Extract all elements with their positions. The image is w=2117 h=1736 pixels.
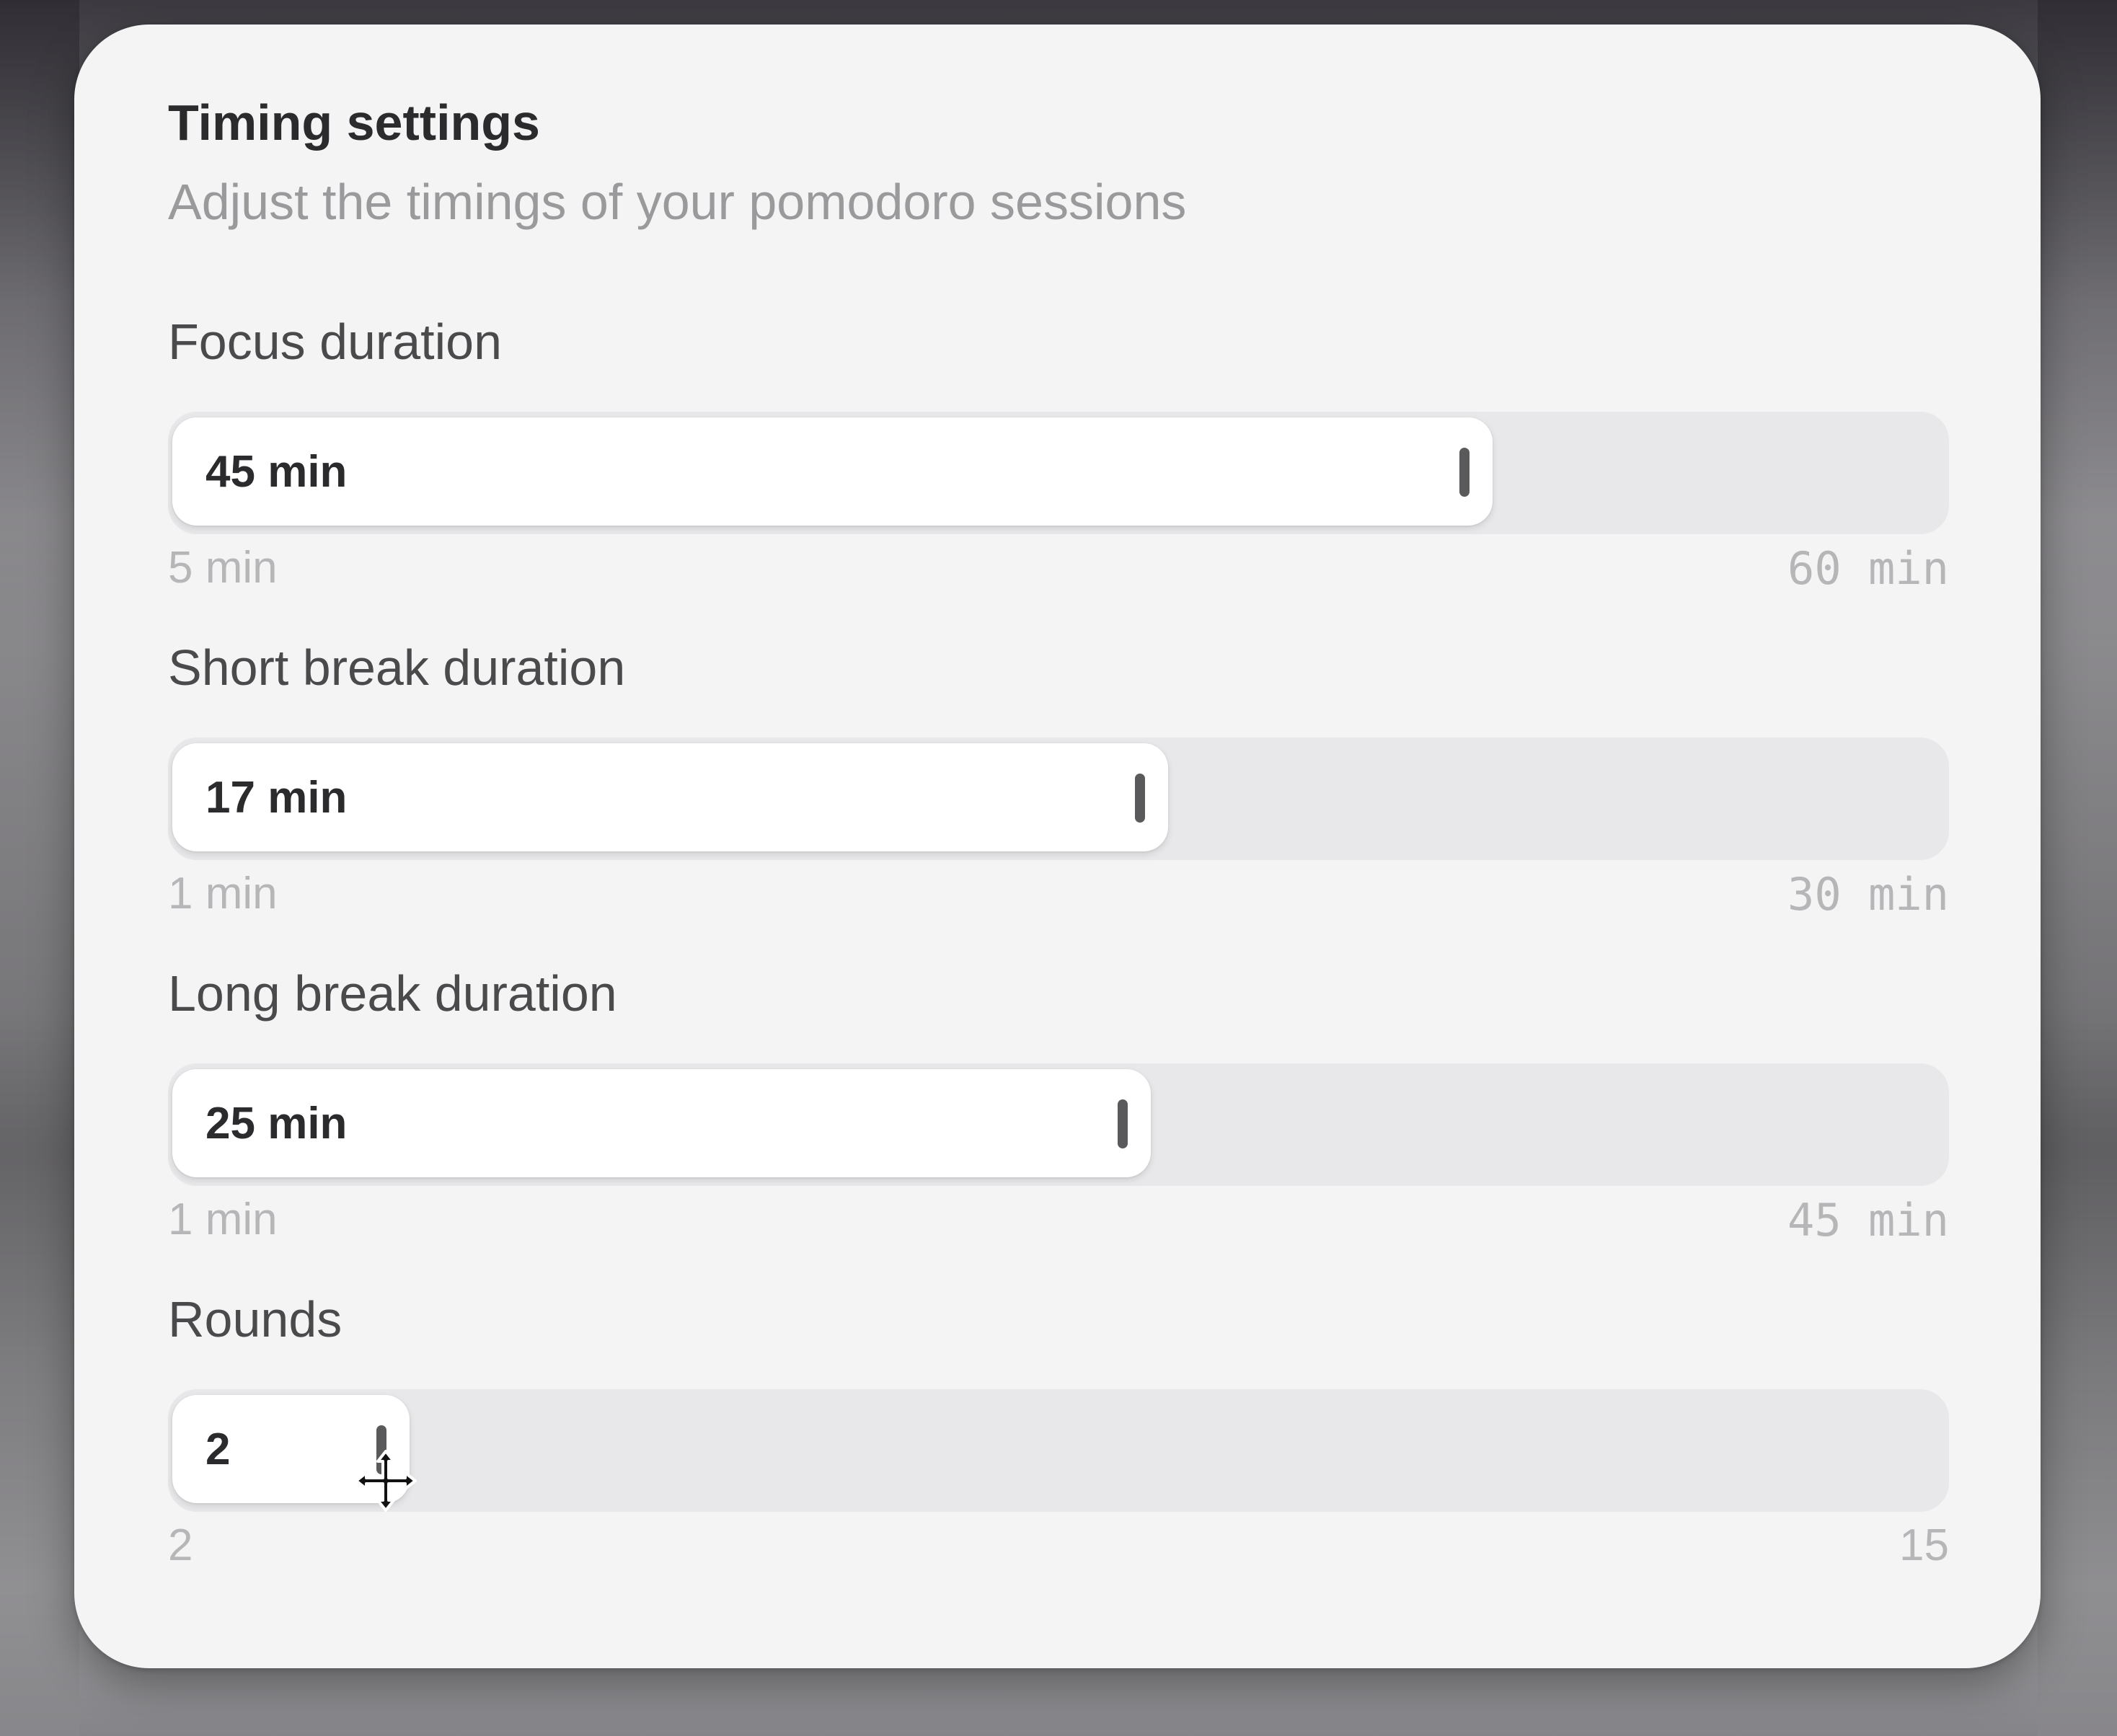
- focus-duration-fill: 45 min: [172, 417, 1493, 526]
- rounds-value: 2: [205, 1425, 231, 1474]
- focus-duration-handle[interactable]: [1459, 448, 1469, 497]
- rounds-min: 2: [168, 1520, 193, 1570]
- long-break-duration-label: Long break duration: [168, 965, 617, 1022]
- focus-duration-value: 45 min: [205, 447, 348, 497]
- short-break-duration-handle[interactable]: [1135, 774, 1145, 823]
- panel-subtitle: Adjust the timings of your pomodoro sess…: [168, 174, 1187, 230]
- long-break-duration-slider[interactable]: 25 min: [168, 1063, 1949, 1186]
- short-break-duration-label: Short break duration: [168, 639, 626, 696]
- focus-duration-slider[interactable]: 45 min: [168, 412, 1949, 534]
- long-break-duration-handle[interactable]: [1118, 1099, 1128, 1148]
- panel-title: Timing settings: [168, 94, 540, 151]
- long-break-duration-fill: 25 min: [172, 1069, 1151, 1177]
- long-break-duration-min: 1 min: [168, 1195, 278, 1244]
- rounds-label: Rounds: [168, 1291, 342, 1347]
- backdrop-right: [2038, 0, 2117, 1736]
- short-break-duration-min: 1 min: [168, 869, 278, 918]
- long-break-duration-max: 45 min: [1787, 1194, 1949, 1246]
- rounds-slider[interactable]: 2: [168, 1389, 1949, 1512]
- background-dock-bar: [689, 1603, 1422, 1657]
- short-break-duration-fill: 17 min: [172, 743, 1168, 851]
- short-break-duration-value: 17 min: [205, 773, 348, 823]
- timing-settings-panel: Timing settings Adjust the timings of yo…: [74, 25, 2041, 1668]
- focus-duration-max: 60 min: [1787, 542, 1949, 595]
- short-break-duration-slider[interactable]: 17 min: [168, 738, 1949, 860]
- focus-duration-min: 5 min: [168, 543, 278, 593]
- focus-duration-label: Focus duration: [168, 314, 503, 370]
- rounds-max: 15: [1899, 1520, 1949, 1570]
- short-break-duration-max: 30 min: [1787, 868, 1949, 921]
- backdrop-left: [0, 0, 79, 1736]
- long-break-duration-value: 25 min: [205, 1099, 348, 1148]
- move-cursor-icon: [355, 1450, 417, 1512]
